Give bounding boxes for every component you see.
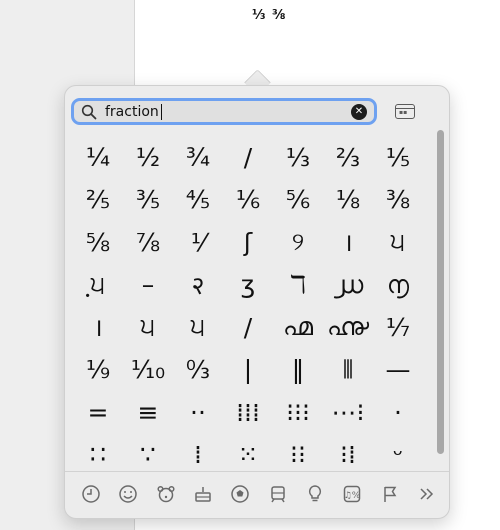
tab-more-icon[interactable] [415,482,439,506]
character-cell[interactable]: ൷ [323,306,373,349]
character-cell[interactable]: ⅗ [123,179,173,222]
character-cell[interactable]: ୨ [273,221,323,264]
clear-search-button[interactable]: ✕ [351,104,367,120]
character-cell[interactable]: ↉ [173,349,223,392]
character-cell[interactable]: ⅙ [223,179,273,222]
tab-smileys-icon[interactable] [116,482,140,506]
document-text[interactable]: ⅓ ⅜ [252,8,286,23]
tab-divider [65,471,449,472]
character-cell[interactable]: · [373,391,423,434]
character-cell[interactable]: ≡ [123,391,173,434]
tab-recent-icon[interactable] [79,482,103,506]
character-cell[interactable]: = [73,391,123,434]
character-cell[interactable]: ⅑ [73,349,123,392]
character-cell[interactable]: ⅔ [323,136,373,179]
character-cell[interactable]: — [373,349,423,392]
scrollbar[interactable] [437,130,444,454]
character-cell[interactable]: ⦀ [323,349,373,392]
tab-animals-icon[interactable] [154,482,178,506]
character-cell[interactable]: – [123,264,173,307]
character-cell[interactable]: ⁝⁞ [323,434,373,473]
character-cell[interactable]: ⁝⁝⁝ [273,391,323,434]
character-cell[interactable]: ੫ [123,306,173,349]
character-cell[interactable]: ⅝ [73,221,123,264]
character-cell[interactable]: / [223,306,273,349]
character-cell[interactable]: ⅓ [273,136,323,179]
character-cell[interactable]: ⋯⁝ [323,391,373,434]
tab-objects-icon[interactable] [303,482,327,506]
character-cell[interactable]: ⁞⁞⁞ [223,391,273,434]
character-cell[interactable]: ⅕ [373,136,423,179]
character-cell[interactable]: ℸ [273,264,323,307]
character-cell[interactable]: ⁝⁝ [273,434,323,473]
character-cell[interactable]: ⅒ [123,349,173,392]
character-cell[interactable]: ½ [123,136,173,179]
search-field[interactable]: ✕ [71,98,377,125]
character-cell[interactable]: ൰ [323,264,373,307]
character-cell[interactable]: ᵕ [373,434,423,473]
character-cell[interactable]: | [223,349,273,392]
character-cell[interactable]: ⅚ [273,179,323,222]
character-cell[interactable]: ⅛ [323,179,373,222]
character-cell[interactable]: ฺ੫ [73,264,123,307]
character-cell[interactable]: ʃ [223,221,273,264]
character-cell[interactable]: ൱ [373,264,423,307]
character-cell[interactable]: ⅟ [173,221,223,264]
svg-text:♫%: ♫% [344,491,361,501]
character-cell[interactable]: ⅜ [373,179,423,222]
character-cell[interactable]: ¾ [173,136,223,179]
tab-travel-icon[interactable] [266,482,290,506]
character-cell[interactable]: ⅘ [173,179,223,222]
text-caret [161,104,162,120]
tab-symbols-icon[interactable]: ♫% [340,482,364,506]
character-grid: ¼ ½ ¾ / ⅓ ⅔ ⅕ ⅖ ⅗ ⅘ ⅙ ⅚ ⅛ ⅜ ⅝ ⅞ ⅟ ʃ ୨ । ੫ฺ੫–२ ʒ ℸ ൰ ൱ । ੫ ੫/൶ ൷ ⅐ ⅑ ⅒ ↉ |… [73,136,423,472]
tab-food-icon[interactable] [191,482,215,506]
character-cell[interactable]: ∷ [73,434,123,473]
character-cell[interactable]: ¼ [73,136,123,179]
character-cell[interactable]: ∵ [123,434,173,473]
search-input[interactable] [105,102,335,122]
character-cell[interactable]: ੫ [373,221,423,264]
character-cell[interactable]: ʒ [223,264,273,307]
character-cell[interactable]: ੫ [173,306,223,349]
character-cell[interactable]: । [73,306,123,349]
character-cell[interactable]: ⅐ [373,306,423,349]
character-cell[interactable]: ·· [173,391,223,434]
search-icon [81,104,97,120]
character-cell[interactable]: ‖ [273,349,323,392]
tab-activity-icon[interactable] [228,482,252,506]
character-cell[interactable]: ⅖ [73,179,123,222]
character-cell[interactable]: २ [173,264,223,307]
tab-flags-icon[interactable] [378,482,402,506]
character-cell[interactable]: ൶ [273,306,323,349]
character-cell[interactable]: ⅞ [123,221,173,264]
character-cell[interactable]: / [223,136,273,179]
character-viewer-popover: ✕ ▪▪ ¼½¾/⅓⅔⅕⅖⅗⅘⅙⅚⅛⅜⅝⅞⅟ʃ୨।੫ฺ੫–२ʒℸ൰൱।੫੫/൶൷… [64,85,450,519]
character-cell[interactable]: ⁞ [173,434,223,473]
character-cell[interactable]: ⁙ [223,434,273,473]
category-tabs: ♫% [79,481,439,507]
window-icon: ▪▪ [399,109,408,116]
character-cell[interactable]: । [323,221,373,264]
expand-view-button[interactable]: ▪▪ [395,104,415,119]
